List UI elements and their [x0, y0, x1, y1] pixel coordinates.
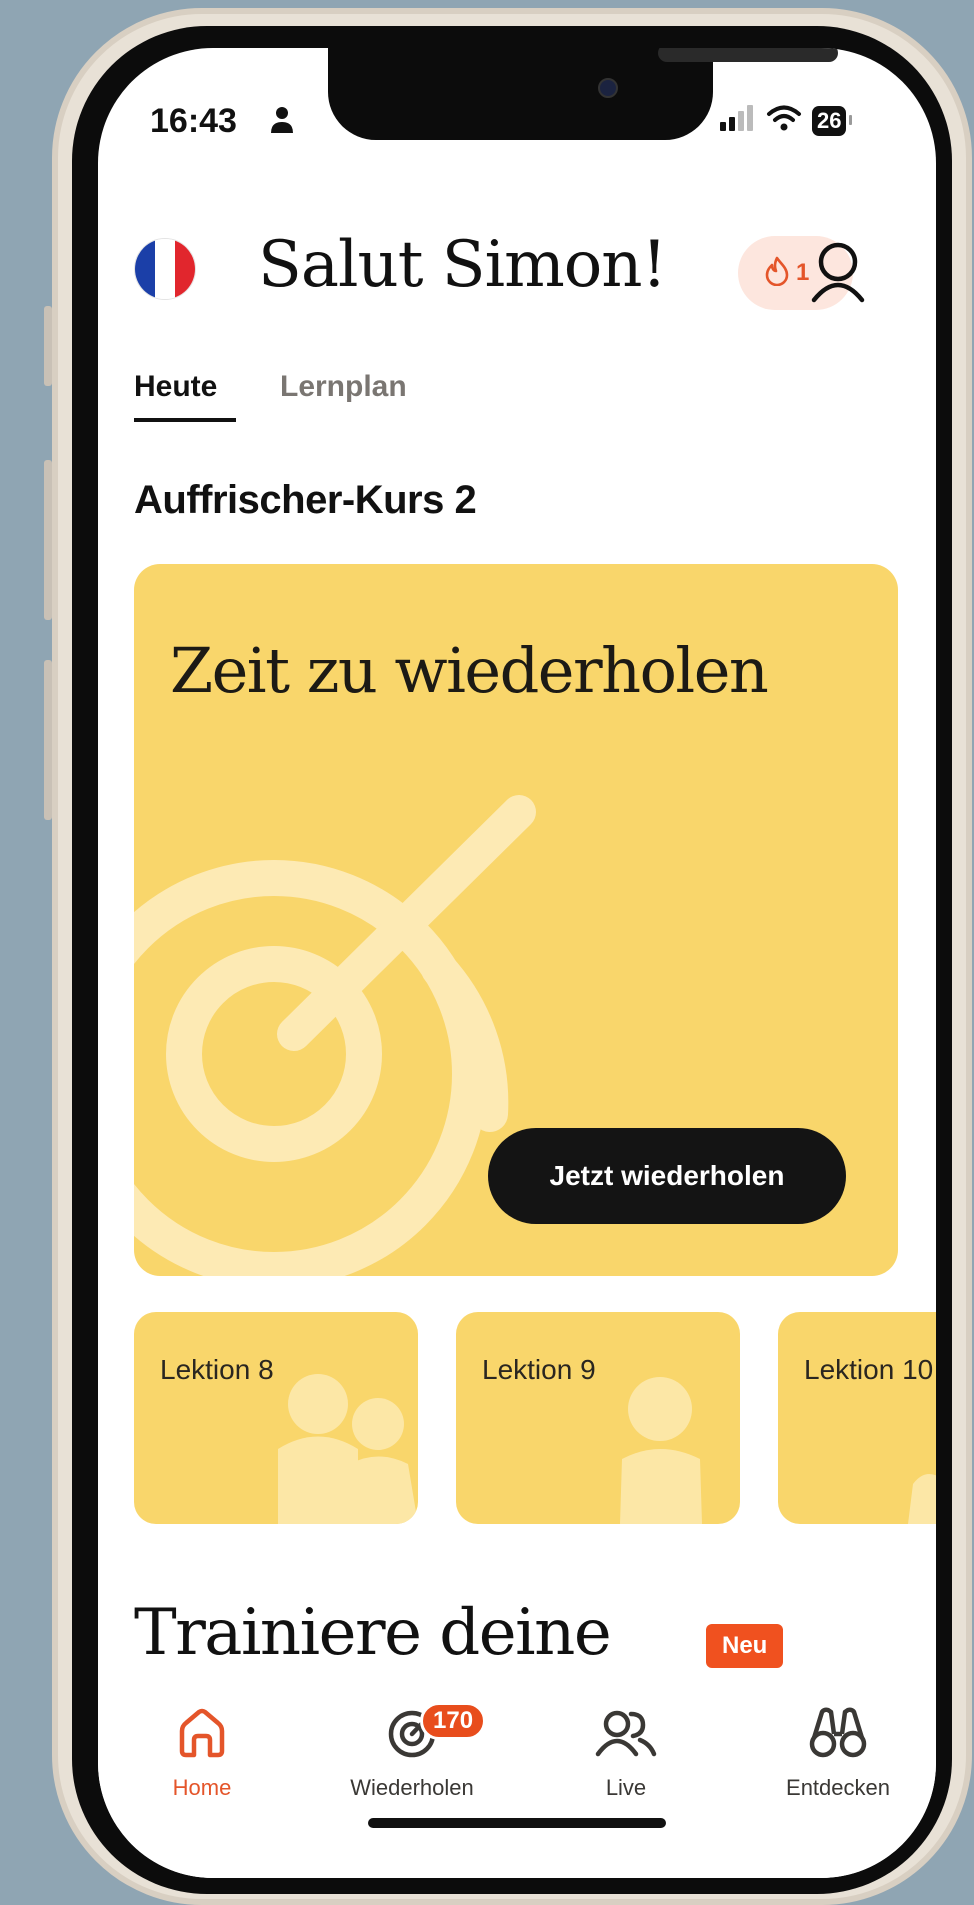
home-indicator[interactable]: [368, 1818, 666, 1828]
status-time: 16:43: [150, 102, 237, 140]
course-title: Auffrischer-Kurs 2: [134, 478, 477, 522]
bottom-navigation: Home 170 Wiederholen Live Entdecken: [98, 1678, 936, 1878]
language-flag-icon[interactable]: [134, 238, 196, 300]
practice-section-title: Trainiere deine: [134, 1596, 612, 1670]
phone-screen: 16:43 26 Salut Simon! 1 Heute Lernplan A…: [98, 48, 936, 1878]
nav-wiederholen[interactable]: 170 Wiederholen: [332, 1702, 492, 1801]
start-review-button[interactable]: Jetzt wiederholen: [488, 1128, 846, 1224]
lesson-label: Lektion 10: [804, 1354, 934, 1385]
review-card[interactable]: Zeit zu wiederholen Jetzt wiederholen: [134, 564, 898, 1276]
active-tab-indicator: [134, 418, 236, 422]
greeting-title: Salut Simon!: [258, 228, 667, 302]
flame-icon: [764, 256, 790, 291]
people-icon: [595, 1706, 657, 1765]
nav-live[interactable]: Live: [546, 1706, 706, 1801]
nav-label: Wiederholen: [350, 1775, 474, 1800]
nav-label: Entdecken: [786, 1775, 890, 1800]
review-card-title: Zeit zu wiederholen: [170, 634, 769, 707]
wifi-icon: [766, 104, 802, 137]
lesson-illustration: [620, 1377, 702, 1524]
volume-down-button: [44, 660, 52, 820]
person-icon: [270, 106, 294, 139]
lesson-card[interactable]: Lektion 8: [134, 1312, 418, 1524]
notch: [328, 48, 838, 140]
profile-icon[interactable]: [808, 240, 868, 309]
nav-label: Home: [172, 1775, 232, 1800]
lesson-illustration: [278, 1374, 418, 1524]
nav-label: Live: [605, 1775, 647, 1800]
lesson-card[interactable]: Lektion 10: [778, 1312, 936, 1524]
binoculars-icon: [808, 1706, 868, 1765]
tab-heute[interactable]: Heute: [134, 370, 217, 404]
new-badge: Neu: [706, 1624, 784, 1668]
target-illustration-icon: [134, 795, 536, 1276]
tab-lernplan[interactable]: Lernplan: [280, 370, 407, 404]
nav-home[interactable]: Home: [122, 1706, 282, 1801]
battery-indicator: 26: [812, 105, 854, 136]
home-icon: [175, 1706, 229, 1765]
lesson-card[interactable]: Lektion 9: [456, 1312, 740, 1524]
front-camera: [598, 78, 618, 98]
nav-entdecken[interactable]: Entdecken: [758, 1706, 918, 1801]
lesson-label: Lektion 8: [160, 1354, 274, 1385]
signal-icon: [720, 105, 756, 136]
lesson-illustration: [908, 1474, 936, 1524]
review-count-badge: 170: [420, 1702, 487, 1740]
volume-up-button: [44, 460, 52, 620]
status-indicators: 26: [720, 104, 854, 137]
speaker-grille: [658, 48, 838, 62]
side-button: [44, 306, 52, 386]
lesson-label: Lektion 9: [482, 1354, 596, 1385]
